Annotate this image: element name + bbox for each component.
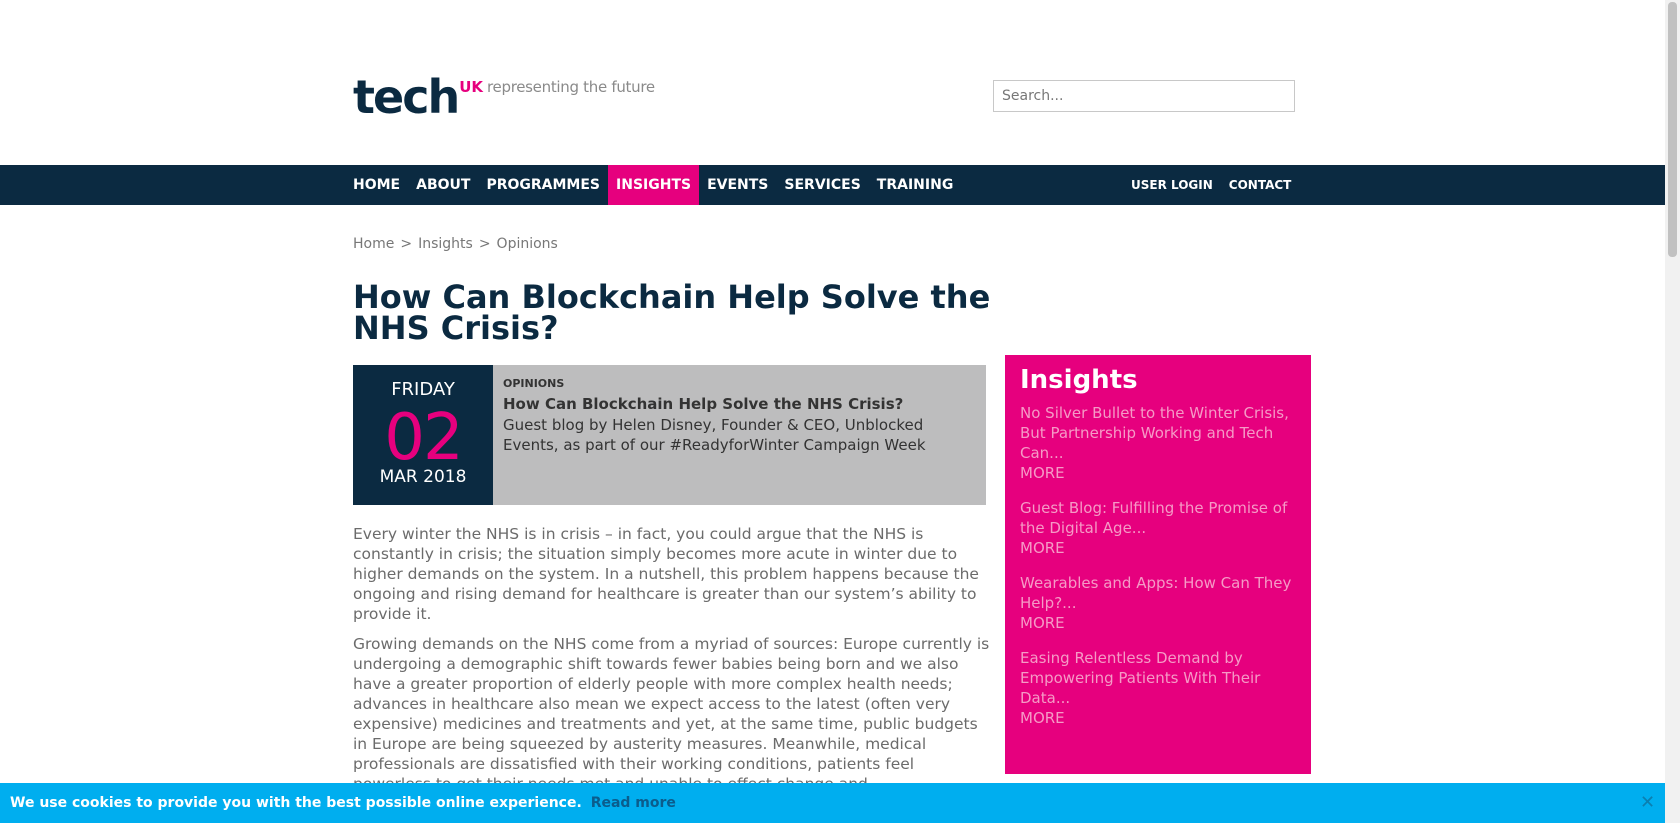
sidebar-item-link[interactable]: No Silver Bullet to the Winter Crisis, B… xyxy=(1020,403,1296,463)
site-header: tech UK representing the future xyxy=(0,0,1665,165)
article-paragraph: Growing demands on the NHS come from a m… xyxy=(353,635,990,793)
sidebar-more-link[interactable]: MORE xyxy=(1020,708,1296,728)
article-paragraph: Every winter the NHS is in crisis – in f… xyxy=(353,525,979,623)
scrollbar-thumb[interactable] xyxy=(1668,2,1677,257)
breadcrumb-separator: > xyxy=(400,236,413,252)
cookie-message: We use cookies to provide you with the b… xyxy=(10,795,582,811)
article-header-card: FRIDAY 02 MAR 2018 OPINIONS How Can Bloc… xyxy=(353,365,986,505)
search-input[interactable] xyxy=(993,80,1295,112)
nav-item-programmes[interactable]: PROGRAMMES xyxy=(478,165,608,205)
date-box: FRIDAY 02 MAR 2018 xyxy=(353,365,493,505)
breadcrumb-insights[interactable]: Insights xyxy=(418,236,473,252)
article-body: Every winter the NHS is in crisis – in f… xyxy=(353,524,990,804)
sidebar-item: No Silver Bullet to the Winter Crisis, B… xyxy=(1020,403,1296,483)
page-scrollbar[interactable] xyxy=(1665,0,1680,823)
sidebar-item: Wearables and Apps: How Can They Help?..… xyxy=(1020,573,1296,633)
cookie-banner: We use cookies to provide you with the b… xyxy=(0,783,1665,823)
card-text: OPINIONS How Can Blockchain Help Solve t… xyxy=(503,377,973,455)
sidebar-more-link[interactable]: MORE xyxy=(1020,613,1296,633)
card-title: How Can Blockchain Help Solve the NHS Cr… xyxy=(503,395,904,413)
nav-item-insights[interactable]: INSIGHTS xyxy=(608,165,700,205)
date-month-year: MAR 2018 xyxy=(379,467,467,487)
sidebar-item-link[interactable]: Guest Blog: Fulfilling the Promise of th… xyxy=(1020,498,1296,538)
nav-item-events[interactable]: EVENTS xyxy=(699,165,776,205)
breadcrumb-home[interactable]: Home xyxy=(353,236,394,252)
breadcrumb-opinions[interactable]: Opinions xyxy=(497,236,558,252)
nav-item-about[interactable]: ABOUT xyxy=(408,165,478,205)
logo-tagline: representing the future xyxy=(487,78,655,96)
sidebar-item: Easing Relentless Demand by Empowering P… xyxy=(1020,648,1296,728)
breadcrumb: Home > Insights > Opinions xyxy=(353,236,558,252)
article-category: OPINIONS xyxy=(503,377,565,390)
cookie-text: We use cookies to provide you with the b… xyxy=(10,783,676,823)
nav-item-user-login[interactable]: USER LOGIN xyxy=(1123,165,1221,205)
cookie-read-more-link[interactable]: Read more xyxy=(591,795,676,811)
nav-item-services[interactable]: SERVICES xyxy=(776,165,868,205)
sidebar-item: Guest Blog: Fulfilling the Promise of th… xyxy=(1020,498,1296,558)
sidebar-more-link[interactable]: MORE xyxy=(1020,538,1296,558)
sidebar-more-link[interactable]: MORE xyxy=(1020,463,1296,483)
breadcrumb-separator: > xyxy=(478,236,491,252)
nav-item-training[interactable]: TRAINING xyxy=(869,165,962,205)
sidebar-item-link[interactable]: Easing Relentless Demand by Empowering P… xyxy=(1020,648,1296,708)
main-nav: HOME ABOUT PROGRAMMES INSIGHTS EVENTS SE… xyxy=(0,165,1665,205)
date-day-number: 02 xyxy=(384,401,463,475)
sidebar-title: Insights xyxy=(1020,365,1138,395)
page-title: How Can Blockchain Help Solve the NHS Cr… xyxy=(353,278,991,347)
close-icon[interactable]: ✕ xyxy=(1640,783,1655,823)
card-subtitle: Guest blog by Helen Disney, Founder & CE… xyxy=(503,416,926,454)
date-weekday: FRIDAY xyxy=(391,379,455,400)
nav-item-contact[interactable]: CONTACT xyxy=(1221,165,1300,205)
logo-wordmark: tech xyxy=(353,70,460,124)
techuk-logo[interactable]: tech UK representing the future xyxy=(353,72,655,122)
logo-uk: UK xyxy=(459,78,484,96)
nav-item-home[interactable]: HOME xyxy=(345,165,408,205)
insights-sidebar: Insights No Silver Bullet to the Winter … xyxy=(1005,355,1311,774)
sidebar-item-link[interactable]: Wearables and Apps: How Can They Help?..… xyxy=(1020,573,1296,613)
